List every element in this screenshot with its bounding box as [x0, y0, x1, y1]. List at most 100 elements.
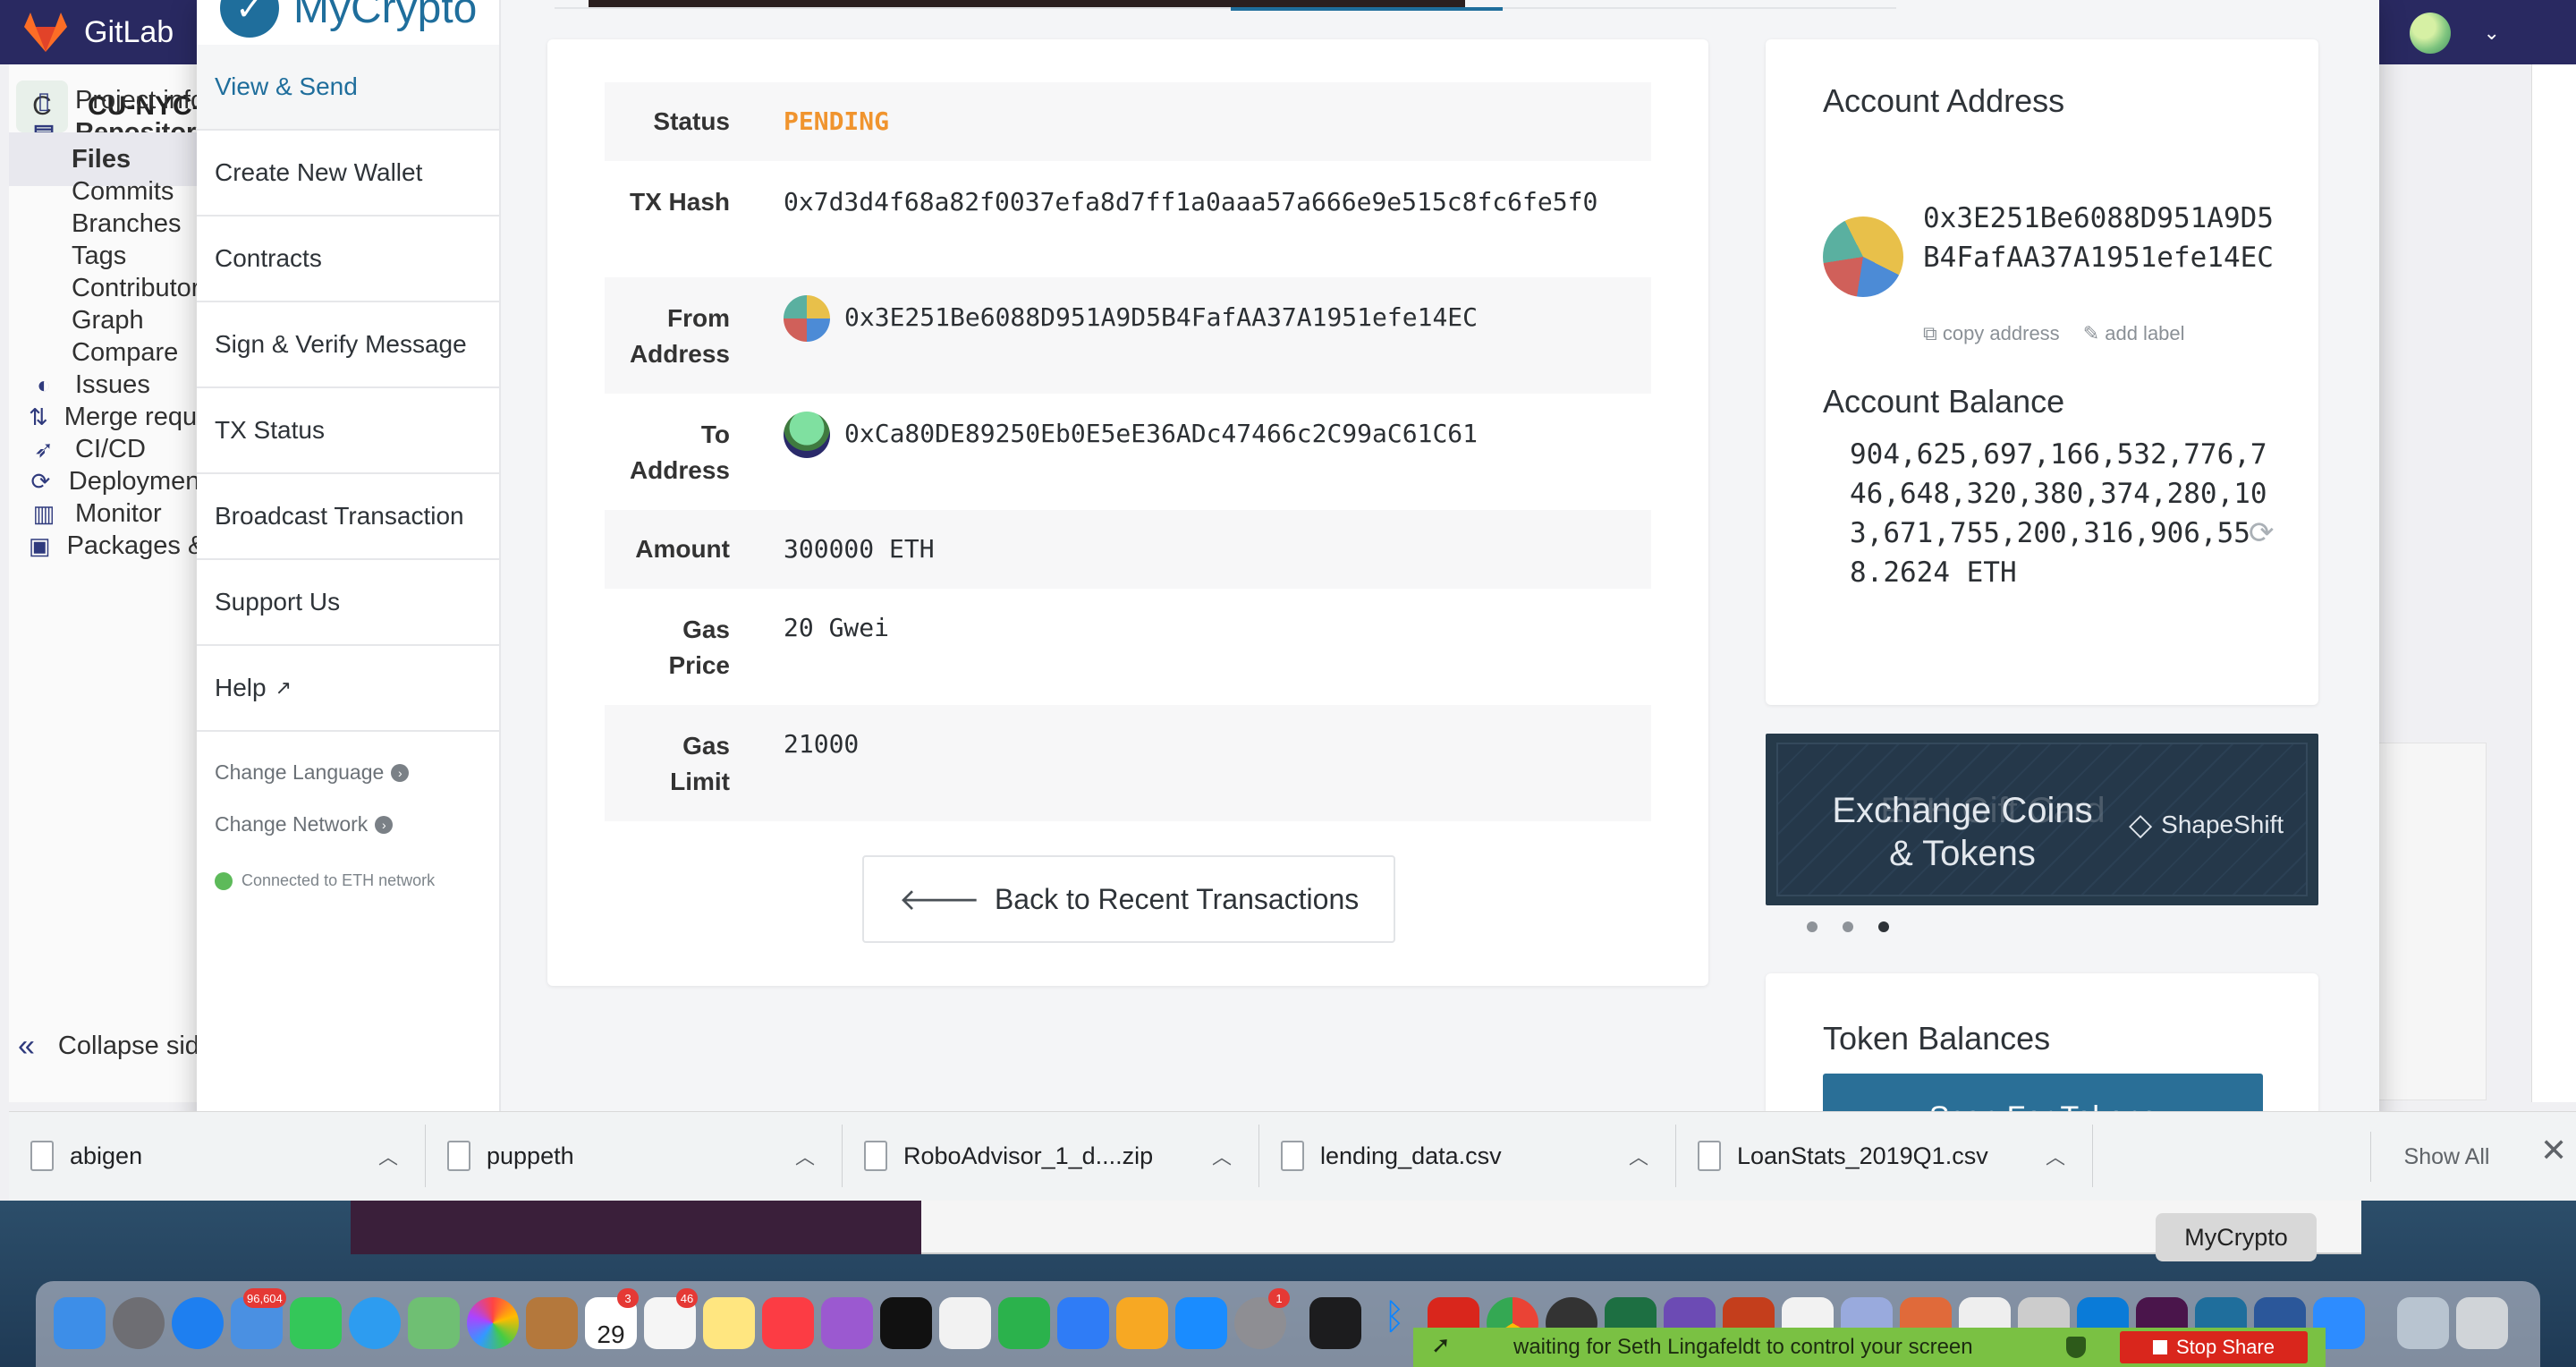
numbers-icon[interactable]	[998, 1297, 1050, 1349]
nav-create-wallet[interactable]: Create New Wallet	[197, 131, 499, 217]
launchpad-icon[interactable]	[113, 1297, 165, 1349]
stop-share-button[interactable]: Stop Share	[2120, 1331, 2308, 1363]
terminal-icon[interactable]	[1309, 1297, 1361, 1349]
network-status: Connected to ETH network	[215, 871, 435, 890]
tx-amount-label: Amount	[635, 535, 730, 563]
tx-row-amount: Amount 300000 ETH	[605, 510, 1651, 589]
music-icon[interactable]	[762, 1297, 814, 1349]
pages-icon[interactable]	[1116, 1297, 1168, 1349]
carousel-dot-3[interactable]	[1878, 921, 1889, 932]
news-icon[interactable]	[939, 1297, 991, 1349]
pointer-icon: ➚	[1431, 1331, 1451, 1358]
copy-icon: ⧉	[1923, 322, 1943, 344]
header-banner-edge	[589, 0, 1465, 7]
tx-hash-value[interactable]: 0x7d3d4f68a82f0037efa8d7ff1a0aaa57a666e9…	[784, 184, 1651, 220]
downloads-folder-icon[interactable]	[2397, 1297, 2449, 1349]
account-address[interactable]: 0x3E251Be6088D951A9D5B4FafAA37A1951efe14…	[1923, 199, 2281, 277]
gitlab-logo[interactable]: GitLab	[23, 13, 174, 52]
download-item[interactable]: abigen ︿	[9, 1125, 426, 1187]
dock-tooltip: MyCrypto	[2156, 1213, 2317, 1261]
chevron-up-icon[interactable]: ︿	[1212, 1142, 1232, 1170]
messages-icon[interactable]	[349, 1297, 401, 1349]
copy-address-link[interactable]: ⧉ copy address	[1923, 322, 2060, 345]
sidebar-item-packages[interactable]: ▣Packages & Registries	[9, 519, 220, 573]
app-store-icon[interactable]	[1175, 1297, 1227, 1349]
identicon-icon	[784, 295, 830, 342]
tx-from-label: From Address	[629, 304, 730, 368]
nav-broadcast[interactable]: Broadcast Transaction	[197, 474, 499, 560]
chevron-up-icon[interactable]: ︿	[378, 1142, 398, 1170]
chevron-up-icon[interactable]: ︿	[2046, 1142, 2065, 1170]
mycrypto-logo[interactable]: ✓ MyCrypto	[220, 0, 477, 38]
change-network-link[interactable]: Change Network ›	[215, 812, 394, 836]
account-balance-title: Account Balance	[1823, 383, 2065, 420]
nav-sign-verify[interactable]: Sign & Verify Message	[197, 302, 499, 388]
download-item[interactable]: LoanStats_2019Q1.csv ︿	[1676, 1125, 2093, 1187]
shield-check-icon: ✓	[220, 0, 279, 38]
mycrypto-window: ✓ MyCrypto View & Send Create New Wallet…	[197, 0, 2379, 1131]
promo-text: Exchange Coins & Tokens	[1832, 791, 2093, 873]
nav-support[interactable]: Support Us	[197, 560, 499, 646]
account-card: Account Address 0x3E251Be6088D951A9D5B4F…	[1766, 39, 2318, 705]
chevron-down-icon[interactable]: ⌄	[2483, 21, 2499, 45]
show-all-downloads-button[interactable]: Show All	[2370, 1132, 2522, 1182]
active-tab-indicator	[1231, 7, 1503, 11]
preferences-badge: 1	[1268, 1288, 1290, 1308]
background-window	[921, 1201, 2361, 1254]
header-divider	[555, 7, 1896, 9]
double-chevron-left-icon: «	[18, 1029, 35, 1063]
tx-row-gas-limit: Gas Limit 21000	[605, 705, 1651, 821]
carousel-dot-2[interactable]	[1843, 921, 1853, 932]
notes-icon[interactable]	[703, 1297, 755, 1349]
nav-contracts[interactable]: Contracts	[197, 217, 499, 302]
mycrypto-sidebar: ✓ MyCrypto View & Send Create New Wallet…	[197, 0, 501, 1131]
tx-gas-limit-value: 21000	[784, 729, 860, 759]
tx-from-value: 0x3E251Be6088D951A9D5B4FafAA37A1951efe14…	[784, 295, 1478, 342]
background-window	[351, 1201, 923, 1254]
refresh-icon[interactable]: ⟳	[2249, 515, 2275, 551]
gitlab-user-menu[interactable]: ⌄ ⌄	[2361, 13, 2500, 54]
finder-icon[interactable]	[54, 1297, 106, 1349]
facetime-icon[interactable]	[290, 1297, 342, 1349]
promo-carousel[interactable]: ETH Gift Card Exchange Coins & Tokens ◇ …	[1766, 734, 2318, 905]
keynote-icon[interactable]	[1057, 1297, 1109, 1349]
identicon-icon	[1823, 217, 1903, 297]
maps-icon[interactable]	[408, 1297, 460, 1349]
chevron-up-icon[interactable]: ︿	[795, 1142, 815, 1170]
change-language-link[interactable]: Change Language ›	[215, 760, 410, 785]
tx-to-value: 0xCa80DE89250Eb0E5eE36ADc47466c2C99aC61C…	[784, 412, 1478, 458]
gitlab-brand: GitLab	[84, 14, 174, 49]
csv-file-icon	[1281, 1141, 1304, 1171]
carousel-dot-1[interactable]	[1807, 921, 1818, 932]
apple-tv-icon[interactable]	[880, 1297, 932, 1349]
screen-share-bar: ➚ waiting for Seth Lingafeldt to control…	[1413, 1328, 2326, 1367]
download-item[interactable]: RoboAdvisor_1_d....zip ︿	[843, 1125, 1259, 1187]
chevron-up-icon[interactable]: ︿	[1629, 1142, 1648, 1170]
shield-icon	[2066, 1337, 2086, 1358]
gitlab-content-edge	[2531, 64, 2576, 1102]
trash-icon[interactable]	[2456, 1297, 2508, 1349]
podcasts-icon[interactable]	[821, 1297, 873, 1349]
fox-icon: ◇	[2129, 808, 2153, 842]
tx-gas-price-label: Gas Price	[668, 616, 731, 679]
nav-view-send[interactable]: View & Send	[197, 45, 499, 131]
safari-icon[interactable]	[172, 1297, 224, 1349]
zip-file-icon	[864, 1141, 887, 1171]
avatar[interactable]	[2410, 13, 2452, 54]
nav-tx-status[interactable]: TX Status	[197, 388, 499, 474]
tx-row-gas-price: Gas Price 20 Gwei	[605, 589, 1651, 705]
download-item[interactable]: lending_data.csv ︿	[1259, 1125, 1676, 1187]
arrow-right-circle-icon: ›	[375, 815, 394, 834]
promo-slide: ETH Gift Card Exchange Coins & Tokens ◇ …	[1776, 743, 2308, 896]
contacts-icon[interactable]	[526, 1297, 578, 1349]
external-link-icon: ↗	[275, 676, 292, 699]
download-item[interactable]: puppeth ︿	[426, 1125, 843, 1187]
close-icon[interactable]: ✕	[2540, 1132, 2567, 1169]
package-icon: ▣	[29, 531, 51, 559]
nav-help[interactable]: Help ↗	[197, 646, 499, 732]
add-label-link[interactable]: ✎ add label	[2083, 322, 2185, 345]
photos-icon[interactable]	[467, 1297, 519, 1349]
back-to-recent-transactions-button[interactable]: 🡐 Back to Recent Transactions	[862, 855, 1395, 943]
status-dot-icon	[215, 871, 233, 890]
tx-status-card: Status PENDING TX Hash 0x7d3d4f68a82f003…	[547, 39, 1708, 986]
